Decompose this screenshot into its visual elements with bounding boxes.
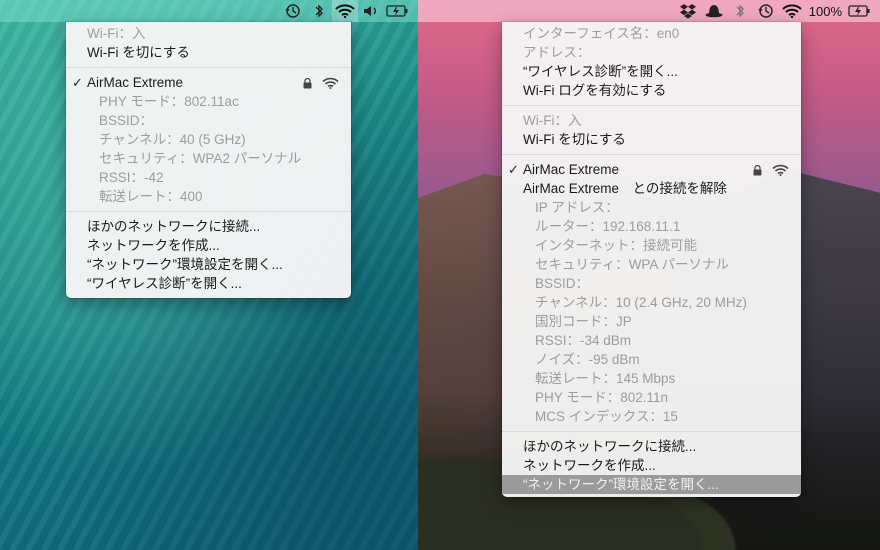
detail-security: セキュリティ：WPA パーソナル	[535, 257, 729, 272]
detail-channel: チャンネル：40 (5 GHz)	[99, 132, 246, 147]
menu-bar-right: 100%	[418, 0, 880, 22]
disconnect-item[interactable]: AirMac Extreme との接続を解除	[502, 179, 801, 198]
detail-router: ルーター：192.168.11.1	[535, 219, 681, 234]
battery-icon[interactable]	[384, 0, 410, 22]
detail-channel: チャンネル：10 (2.4 GHz, 20 MHz)	[535, 295, 747, 310]
create-network-item[interactable]: ネットワークを作成...	[502, 456, 801, 475]
detail-bssid: BSSID：	[535, 276, 590, 291]
wifi-icon[interactable]	[779, 0, 805, 22]
time-machine-icon[interactable]	[753, 0, 779, 22]
bowler-hat-icon[interactable]	[701, 0, 727, 22]
detail-tx-rate: 転送レート：400	[99, 189, 203, 204]
detail-internet: インターネット：接続可能	[535, 238, 697, 253]
network-item-airmac[interactable]: AirMac Extreme	[66, 73, 351, 92]
open-network-prefs-item[interactable]: “ネットワーク”環境設定を開く...	[66, 255, 351, 274]
wifi-status: Wi-Fi：入	[87, 26, 146, 41]
menu-separator	[66, 211, 351, 212]
detail-bssid: BSSID：	[99, 113, 154, 128]
open-network-prefs-item[interactable]: “ネットワーク”環境設定を開く...	[502, 475, 801, 494]
open-wireless-diagnostics-item[interactable]: “ワイヤレス診断”を開く...	[502, 62, 801, 81]
menu-bar-left	[0, 0, 418, 22]
menu-separator	[502, 154, 801, 155]
wifi-icon[interactable]	[332, 0, 358, 22]
create-network-item[interactable]: ネットワークを作成...	[66, 236, 351, 255]
volume-icon[interactable]	[358, 0, 384, 22]
detail-security: セキュリティ：WPA2 パーソナル	[99, 151, 302, 166]
battery-percentage[interactable]: 100%	[805, 4, 846, 19]
menu-separator	[502, 105, 801, 106]
join-other-network-item[interactable]: ほかのネットワークに接続...	[66, 217, 351, 236]
detail-noise: ノイズ：-95 dBm	[535, 352, 640, 367]
detail-phy-mode: PHY モード：802.11n	[535, 390, 669, 405]
mac-address: アドレス：	[523, 45, 591, 60]
join-other-network-item[interactable]: ほかのネットワークに接続...	[502, 437, 801, 456]
bluetooth-icon[interactable]	[727, 0, 753, 22]
interface-name: インターフェイス名：en0	[523, 26, 680, 41]
detail-rssi: RSSI：-34 dBm	[535, 333, 632, 348]
detail-country-code: 国別コード：JP	[535, 314, 632, 329]
detail-phy-mode: PHY モード：802.11ac	[99, 94, 239, 109]
detail-rssi: RSSI：-42	[99, 170, 164, 185]
wifi-status: Wi-Fi：入	[523, 113, 582, 128]
menu-separator	[66, 67, 351, 68]
battery-charging-icon[interactable]	[846, 0, 872, 22]
open-wireless-diagnostics-item[interactable]: “ワイヤレス診断”を開く...	[66, 274, 351, 293]
detail-tx-rate: 転送レート：145 Mbps	[535, 371, 676, 386]
network-item-airmac[interactable]: AirMac Extreme	[502, 160, 801, 179]
wifi-menu-left: Wi-Fi：入 Wi-Fi を切にする AirMac Extreme PHY モ…	[66, 22, 351, 298]
time-machine-icon[interactable]	[280, 0, 306, 22]
wifi-off-button[interactable]: Wi-Fi を切にする	[502, 130, 801, 149]
network-name: AirMac Extreme	[523, 162, 620, 177]
network-name: AirMac Extreme	[87, 75, 184, 90]
wifi-off-button[interactable]: Wi-Fi を切にする	[66, 43, 351, 62]
dropbox-icon[interactable]	[675, 0, 701, 22]
enable-wifi-logging-item[interactable]: Wi-Fi ログを有効にする	[502, 81, 801, 100]
menu-separator	[502, 431, 801, 432]
bluetooth-icon[interactable]	[306, 0, 332, 22]
wifi-menu-right: インターフェイス名：en0 アドレス： “ワイヤレス診断”を開く... Wi-F…	[502, 22, 801, 497]
detail-mcs-index: MCS インデックス：15	[535, 409, 678, 424]
detail-ip-address: IP アドレス：	[535, 200, 619, 215]
